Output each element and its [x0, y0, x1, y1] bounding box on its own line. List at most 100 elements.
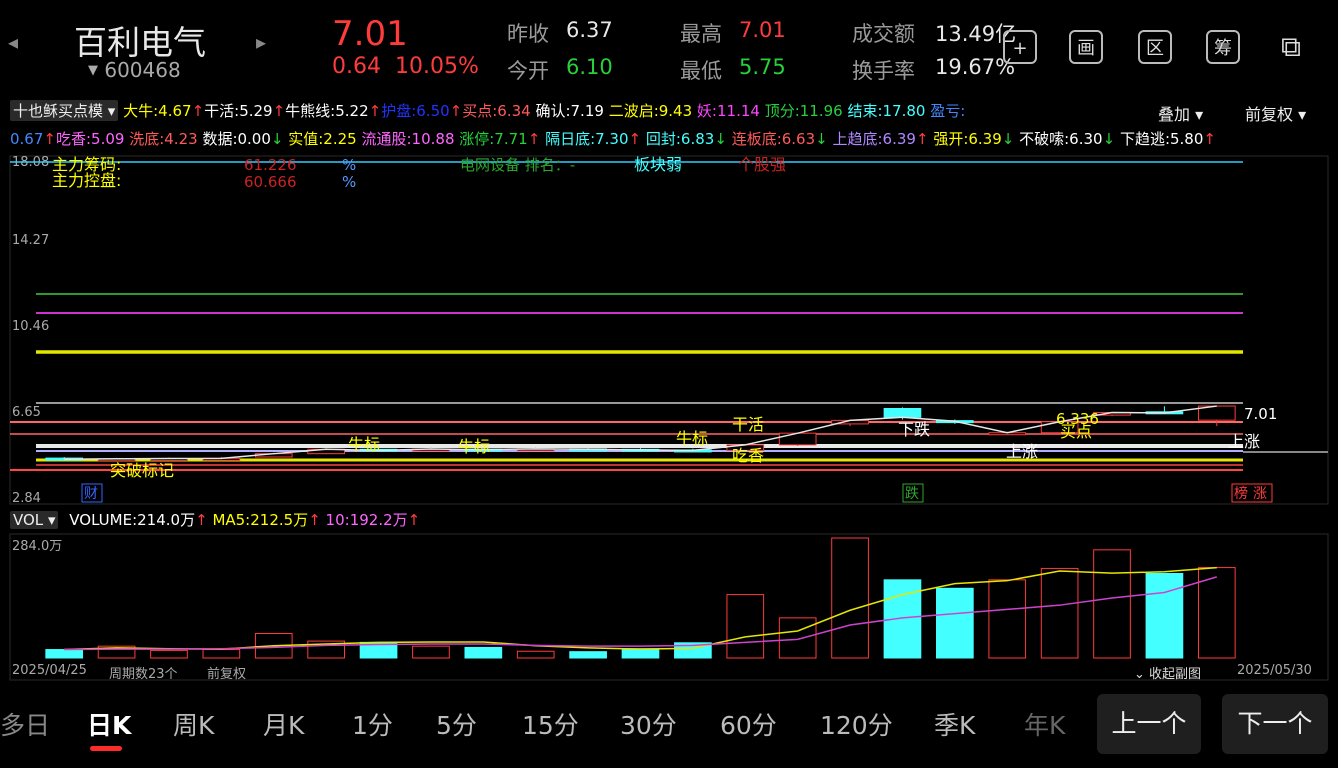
sector-weak: 板块弱 — [634, 155, 682, 174]
tab-1min[interactable]: 1分 — [352, 706, 393, 742]
tab-30min[interactable]: 30分 — [620, 706, 677, 742]
chip-pct-2: % — [342, 173, 356, 191]
draw-tool-icon[interactable]: 画 — [1069, 30, 1103, 64]
indicator-selector[interactable]: 十也稣买点模 ▾ — [10, 100, 119, 121]
fall-mark: 下跌 — [898, 420, 930, 439]
bull-mark-2: 牛标 — [458, 437, 490, 456]
list-badge: 榜 — [1234, 485, 1248, 502]
change-percent: 10.05% — [394, 54, 479, 79]
tab-120min[interactable]: 120分 — [820, 706, 893, 742]
work-mark: 干活 — [732, 415, 764, 434]
tab-month-k[interactable]: 月K — [263, 706, 304, 742]
volume-bar[interactable] — [1093, 549, 1131, 659]
ind2-item: 上趋底:6.39 — [827, 130, 916, 148]
volume-bar[interactable] — [936, 587, 974, 659]
candle[interactable] — [778, 432, 817, 446]
volume-bar[interactable] — [202, 649, 241, 659]
ind2-item: 下趋逃:5.80 — [1115, 130, 1204, 148]
collapse-icon: ⌄ — [1134, 667, 1150, 682]
chevron-down-icon: ▾ — [1298, 105, 1307, 124]
ma10-value: 10:192.2万 — [325, 511, 408, 529]
ind2-item: 不破嗦:6.30 — [1014, 130, 1103, 148]
ind1-item: 妖:11.14 — [692, 102, 760, 120]
prev-stock-arrow-icon[interactable]: ◂ — [8, 30, 18, 54]
tab-15min[interactable]: 15分 — [522, 706, 579, 742]
ind1-item: ↑ — [191, 102, 205, 120]
up-arrow-icon: ↑ — [195, 511, 208, 529]
y-axis-tick: 10.46 — [12, 319, 49, 334]
kline-chart[interactable]: 18.0814.2710.466.652.84 主力筹码: 主力控盘: 61.2… — [0, 150, 1338, 690]
add-watchlist-icon[interactable]: + — [1003, 30, 1037, 64]
chip-value-2: 60.666 — [244, 173, 297, 191]
volume-bar[interactable] — [778, 617, 817, 659]
tab-day-k[interactable]: 日K — [87, 706, 131, 742]
volume-bar[interactable] — [831, 537, 869, 659]
next-button[interactable]: 下一个 — [1222, 694, 1328, 754]
ind2-item: ↑ — [527, 130, 541, 148]
tab-5min[interactable]: 5分 — [436, 706, 477, 742]
next-stock-arrow-icon[interactable]: ▸ — [256, 30, 266, 54]
chip-tool-icon[interactable]: 筹 — [1206, 30, 1240, 64]
breakout-mark: 突破标记 — [110, 461, 174, 480]
start-date: 2025/04/25 — [12, 663, 87, 678]
amount-label: 成交额 — [852, 22, 915, 46]
change-value: 0.64 — [332, 54, 381, 79]
stock-name: 百利电气 — [74, 23, 206, 62]
volume-indicator-row: VOL ▾ VOLUME:214.0万↑ MA5:212.5万↑ 10:192.… — [10, 509, 420, 530]
volume-bar[interactable] — [1145, 572, 1184, 659]
prev-button[interactable]: 上一个 — [1097, 694, 1201, 754]
overlay-dropdown[interactable]: 叠加 ▾ — [1158, 101, 1203, 125]
y-axis-tick: 6.65 — [12, 405, 41, 420]
chip-value-1: 61.226 — [244, 156, 297, 174]
ind1-item: 买点:6.34 — [462, 102, 531, 120]
volume-bar[interactable] — [464, 646, 503, 659]
volume-bar[interactable] — [45, 649, 84, 659]
candle[interactable] — [883, 407, 922, 418]
ind2-item: ↓ — [815, 130, 828, 148]
tab-60min[interactable]: 60分 — [720, 706, 777, 742]
chevron-down-icon: ▾ — [43, 511, 56, 529]
chevron-down-icon: ▾ — [103, 102, 116, 120]
volume-bar[interactable] — [412, 645, 450, 659]
volume-bar[interactable] — [621, 648, 660, 659]
volume-bar[interactable] — [988, 579, 1027, 659]
volume-bar[interactable] — [726, 594, 765, 659]
volume-selector[interactable]: VOL ▾ — [10, 511, 59, 529]
range-tool-icon[interactable]: 区 — [1138, 30, 1172, 64]
bull-mark-3: 牛标 — [676, 429, 708, 448]
tab-year-k[interactable]: 年K — [1024, 706, 1065, 742]
tab-week-k[interactable]: 周K — [173, 706, 214, 742]
stock-code[interactable]: ▼ 600468 — [88, 58, 181, 82]
ind1-item: ↑ — [272, 102, 286, 120]
landscape-toggle-icon[interactable]: ⧉ — [1274, 30, 1308, 64]
volume-bar[interactable] — [1040, 567, 1079, 659]
collapse-subchart[interactable]: ⌄ 收起副图 — [1134, 663, 1201, 682]
ind1-item: ↑ — [368, 102, 382, 120]
ind2-item: ↓ — [270, 130, 284, 148]
sector-rank: 电网设备 排名：- — [460, 156, 575, 174]
high-value: 7.01 — [739, 18, 786, 42]
ind1-item: 顶分:11.96 — [759, 102, 843, 120]
volume-value: VOLUME:214.0万 — [69, 511, 196, 529]
volume-bar[interactable] — [516, 650, 555, 659]
indicator-row-1: 十也稣买点模 ▾ 大牛:4.67↑干活:5.29↑牛熊线:5.22↑护盘:6.5… — [10, 100, 965, 122]
volume-bar[interactable] — [569, 651, 607, 659]
rise-mark-2: 上涨 — [1228, 432, 1260, 451]
stock-code-text: 600468 — [104, 58, 181, 82]
low-label: 最低 — [680, 59, 722, 83]
tab-multi-day[interactable]: 多日 — [0, 706, 50, 742]
ind1-item: 结束:17.80 — [842, 102, 926, 120]
ind2-item: 实值:2.25 — [283, 130, 357, 148]
overlay-label: 叠加 — [1158, 105, 1191, 124]
tab-season-k[interactable]: 季K — [934, 706, 975, 742]
period-count: 周期数23个 — [109, 667, 178, 682]
ind2-item: 流通股:10.88 — [356, 130, 455, 148]
chip-label-2: 主力控盘: — [52, 171, 121, 190]
price-change: 0.64 10.05% — [332, 54, 479, 79]
ind2-item: 涨停:7.71 — [454, 130, 528, 148]
end-date: 2025/05/30 — [1237, 663, 1312, 678]
adjust-dropdown[interactable]: 前复权 ▾ — [1245, 101, 1306, 125]
volume-bar[interactable] — [150, 649, 188, 659]
ind1-item: 干活:5.29 — [204, 102, 273, 120]
ind1-item: 盈亏: — [925, 102, 966, 120]
